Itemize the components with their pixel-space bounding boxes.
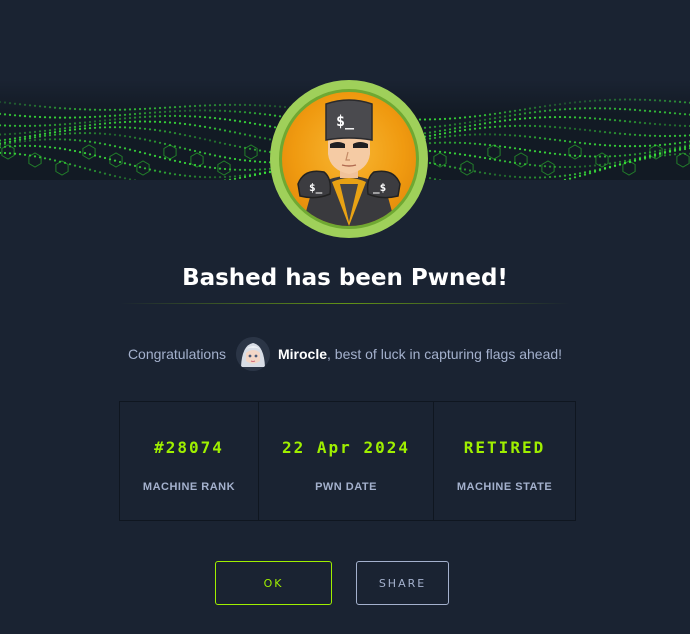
- user-avatar[interactable]: [236, 337, 270, 371]
- congratulations-message: Congratulations Mirocle , best of luck i…: [0, 337, 690, 371]
- congrats-suffix: , best of luck in capturing flags ahead!: [327, 346, 563, 362]
- machine-avatar: $_ _$ $_: [270, 80, 428, 238]
- stat-label: PWN DATE: [315, 481, 377, 493]
- stat-machine-state: RETIRED MACHINE STATE: [434, 402, 575, 520]
- username-link[interactable]: Mirocle: [278, 346, 327, 362]
- stat-pwn-date: 22 Apr 2024 PWN DATE: [259, 402, 434, 520]
- stat-label: MACHINE STATE: [456, 481, 553, 493]
- ok-button[interactable]: OK: [215, 561, 332, 605]
- title-divider: [120, 303, 570, 304]
- share-button[interactable]: SHARE: [356, 561, 449, 605]
- bashed-avatar-icon: $_ _$ $_: [279, 89, 419, 229]
- svg-text:_$: _$: [373, 181, 386, 194]
- stat-value: RETIRED: [463, 438, 546, 457]
- stat-value: #28074: [154, 438, 224, 457]
- stat-label: MACHINE RANK: [142, 481, 236, 493]
- stats-panel: #28074 MACHINE RANK 22 Apr 2024 PWN DATE…: [119, 401, 576, 521]
- stat-value: 22 Apr 2024: [282, 438, 410, 457]
- svg-text:$_: $_: [309, 181, 323, 194]
- svg-text:$_: $_: [336, 112, 355, 130]
- page-title: Bashed has been Pwned!: [182, 265, 508, 291]
- stat-machine-rank: #28074 MACHINE RANK: [120, 402, 259, 520]
- congrats-prefix: Congratulations: [127, 346, 226, 362]
